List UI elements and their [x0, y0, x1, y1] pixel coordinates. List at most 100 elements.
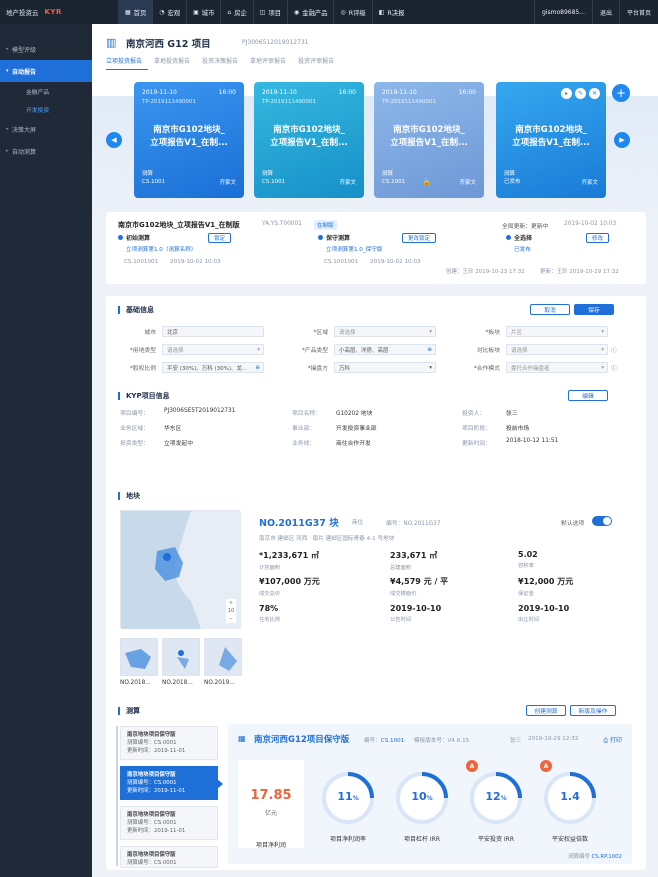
list-item[interactable]: 南京地块项目保守版 测算编号：CS.0001 更新时间：2019-11-01	[120, 766, 223, 800]
change-lock-button[interactable]: 更改锁定	[402, 233, 437, 243]
nav-report[interactable]: ◧ R决报	[371, 0, 411, 24]
product-type-select[interactable]: 小高层、洋房、高层 ⊕	[334, 344, 436, 355]
metric-value: 5.02	[518, 550, 538, 559]
nav-label: 城市	[201, 9, 215, 17]
plot-metric: ¥107,000 万元 成交总价	[259, 576, 379, 597]
default-toggle[interactable]	[592, 516, 612, 526]
metric-label: 保证金	[518, 591, 534, 597]
version-ops-button[interactable]: 新版及操作	[570, 705, 616, 716]
nav-project[interactable]: ◫ 项目	[252, 0, 287, 24]
edit-icon[interactable]: ✎	[575, 88, 586, 99]
field-block: *板块 片区 ▾	[458, 326, 608, 337]
coop-mode-select[interactable]: 委托合作操盘者 ▾	[506, 362, 608, 373]
zoom-out-icon[interactable]: −	[226, 615, 236, 623]
brand[interactable]: 地产投资云 KYR	[0, 7, 92, 17]
status-badge: 在制版	[314, 220, 337, 230]
kyp-key: 投资类型：	[120, 441, 149, 447]
plus-icon: +	[615, 86, 627, 100]
sidebar-item-auto-report[interactable]: ▾ 自动报告	[0, 60, 92, 82]
report-card[interactable]: 2019-11-10 16:00 TP-2019111490001 南京市G102…	[374, 82, 484, 198]
report-card[interactable]: 2019-11-10 16:00 TP-2019111490001 南京市G102…	[254, 82, 364, 198]
home-icon: ▦	[125, 8, 131, 16]
card-foot-status: 已发布	[504, 179, 521, 185]
list-item[interactable]: 南京地块项目保守版 测算编号：CS.0001 更新时间：2019-11-01	[120, 806, 218, 840]
sidebar-item-model-rating[interactable]: ▸ 模型评级	[0, 38, 92, 60]
report-card[interactable]: ▸ ✎ ✕ 南京市G102地块_ 立项报告V1_在制... 测算 已发布 齐家文	[496, 82, 606, 198]
step-label-text: 初始测算	[126, 235, 151, 242]
tab-invest-review[interactable]: 投资评审报告	[298, 56, 340, 70]
nav-city[interactable]: ▣ 城市	[186, 0, 220, 24]
print-icon: ⎙	[603, 737, 609, 744]
step-link[interactable]: 立项测算第1.0_保守版	[326, 245, 458, 253]
lock-button[interactable]: 锁定	[208, 233, 232, 243]
net-profit-unit: 亿元	[264, 810, 277, 817]
add-report-button[interactable]: +	[612, 84, 630, 102]
carousel-next-button[interactable]: ▶	[614, 132, 630, 148]
tab-land-report[interactable]: 拿地投资报告	[154, 56, 196, 70]
card-date: 2019-11-10	[382, 89, 417, 96]
report-card[interactable]: 2019-11-10 16:00 TP-2019111490001 南京市G102…	[134, 82, 244, 198]
card-foot-label: 测算	[142, 171, 154, 177]
sidebar-item-dashboard[interactable]: ▸ 决策大屏	[0, 118, 92, 140]
field-label: *产品类型	[301, 348, 328, 354]
step-link[interactable]: 立项测算第1.0（测算名称）	[126, 245, 258, 253]
ring-label: 平安权益倍数	[551, 836, 588, 843]
save-button[interactable]: 保存	[574, 304, 614, 315]
info-icon[interactable]: ⓘ	[611, 346, 617, 354]
card-foot-code: CS.1001	[262, 179, 286, 185]
carousel-prev-button[interactable]: ◀	[106, 132, 122, 148]
platform-home-button[interactable]: 平台首页	[618, 0, 658, 24]
region-select[interactable]: 请选择 ▾	[334, 326, 436, 337]
nav-macro[interactable]: ◔ 宏观	[152, 0, 186, 24]
list-item[interactable]: 南京地块项目保守版 测算编号：CS.0001 更新时间：2019-11-01	[120, 726, 218, 760]
map-zoom-control[interactable]: +10−	[226, 599, 236, 623]
cancel-button[interactable]: 取消	[530, 304, 570, 315]
print-button[interactable]: ⎙ 打印	[603, 735, 622, 745]
plus-circle-icon[interactable]: ⊕	[427, 347, 432, 353]
logout-button[interactable]: 退出	[591, 0, 619, 24]
card-name-line: 立项报告V1_在制...	[390, 138, 468, 148]
play-icon[interactable]: ▸	[561, 88, 572, 99]
kyp-value: 开发投资事业部	[336, 426, 377, 432]
plot-thumbnail[interactable]	[162, 638, 200, 676]
sidebar-sub-dev-invest[interactable]: 开发投资	[0, 100, 92, 118]
compare-block-select[interactable]: 请选择 ▾	[506, 344, 608, 355]
nav-developer[interactable]: ⌂ 房企	[220, 0, 252, 24]
card-foot-label: 测算	[382, 171, 394, 177]
equity-input[interactable]: 平安 (30%)、万科 (30%)、龙... ⊕	[162, 362, 264, 373]
tab-project-report[interactable]: 立项投资报告	[106, 56, 149, 70]
nav-home[interactable]: ▦ 首页	[118, 0, 153, 24]
kyp-key: 业务区域：	[120, 426, 149, 432]
sidebar-item-auto-calc[interactable]: ▸ 自动测算	[0, 140, 92, 162]
tab-decision-report[interactable]: 投资决策报告	[202, 56, 244, 70]
create-calc-button[interactable]: 创建测算	[526, 705, 566, 716]
city-input[interactable]: 北京	[162, 326, 264, 337]
operator-select[interactable]: 万科 ▾	[334, 362, 436, 373]
land-type-select[interactable]: 请选择 ▾	[162, 344, 264, 355]
plot-thumbnail[interactable]	[204, 638, 242, 676]
sidebar-item-label: 模型评级	[12, 46, 37, 54]
metric-value: 78%	[259, 604, 279, 613]
nav-rating[interactable]: ◎ R评级	[333, 0, 371, 24]
nav-finance[interactable]: ◉ 金融产品	[287, 0, 333, 24]
info-icon[interactable]: ⓘ	[611, 364, 617, 372]
user-name[interactable]: gismo89685...	[534, 0, 592, 24]
kyp-key: 业务线：	[292, 441, 316, 447]
tab-land-review[interactable]: 拿地评审报告	[250, 56, 292, 70]
ring-label: 项目净利润率	[329, 836, 366, 843]
block-select[interactable]: 片区 ▾	[506, 326, 608, 337]
plot-map[interactable]: +10−	[120, 510, 241, 629]
field-value: 平安 (30%)、万科 (30%)、龙...	[167, 365, 248, 372]
close-icon[interactable]: ✕	[589, 88, 600, 99]
zoom-in-icon[interactable]: +	[226, 599, 236, 607]
detail-panel: 基础信息 取消 保存 城市 北京 *区域 请选择 ▾ *板块 片区 ▾ *用地类型 …	[106, 296, 646, 870]
list-item[interactable]: 南京地块项目保守版 测算编号：CS.0001	[120, 846, 218, 868]
modify-button[interactable]: 修改	[586, 233, 610, 243]
plus-circle-icon[interactable]: ⊕	[255, 365, 260, 371]
field-label: 对比板块	[476, 348, 500, 354]
plot-thumbnail[interactable]	[120, 638, 158, 676]
sidebar-sub-finance[interactable]: 金融产品	[0, 82, 92, 100]
metric-value: ¥107,000 万元	[259, 577, 320, 586]
edit-button[interactable]: 编辑	[568, 390, 608, 401]
